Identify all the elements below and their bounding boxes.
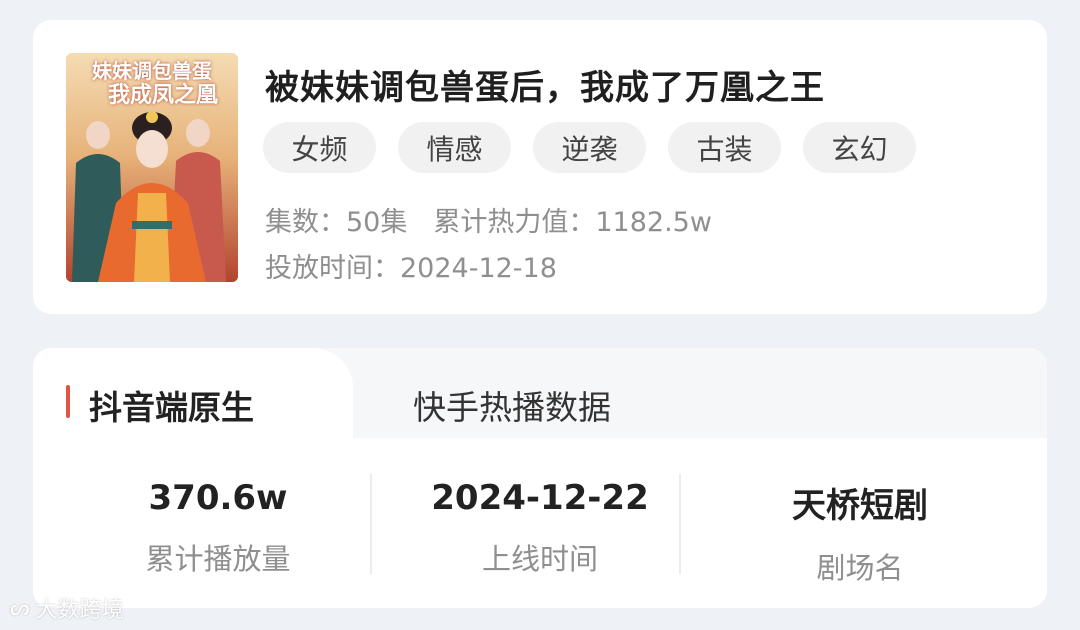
heat-label: 累计热力值： bbox=[433, 207, 596, 238]
stat-label: 剧场名 bbox=[816, 551, 904, 585]
tag-genre[interactable]: 女频 bbox=[263, 122, 376, 173]
stat-value: 2024-12-22 bbox=[431, 478, 649, 518]
watermark-logo-icon: ᔕ bbox=[10, 595, 30, 621]
watermark-text: 大数跨境 bbox=[35, 598, 124, 623]
tag-genre[interactable]: 玄幻 bbox=[803, 122, 916, 173]
stat-label: 累计播放量 bbox=[145, 542, 291, 576]
tag-genre[interactable]: 情感 bbox=[398, 122, 511, 173]
episodes-label: 集数： bbox=[265, 207, 346, 238]
stats-row: 370.6w 累计播放量 2024-12-22 上线时间 天桥短剧 剧场名 bbox=[33, 448, 1047, 608]
episodes-heat-line: 集数：50集 累计热力值：1182.5w bbox=[265, 200, 712, 239]
active-tab-marker bbox=[66, 385, 70, 418]
tag-genre[interactable]: 古装 bbox=[668, 122, 781, 173]
stat-value: 370.6w bbox=[148, 478, 288, 518]
stat-play-count: 370.6w 累计播放量 bbox=[68, 478, 368, 578]
stat-label: 上线时间 bbox=[481, 542, 598, 576]
tag-list: 女频 情感 逆袭 古装 玄幻 bbox=[263, 122, 916, 173]
drama-poster-image[interactable]: 妹妹调包兽蛋 我成凤之凰 bbox=[66, 53, 238, 282]
stat-online-date: 2024-12-22 上线时间 bbox=[390, 478, 690, 578]
divider bbox=[370, 474, 372, 574]
watermark: ᔕ 大数跨境 bbox=[10, 592, 124, 624]
heat-value: 1182.5w bbox=[595, 207, 712, 238]
episodes-value: 50集 bbox=[346, 207, 408, 238]
stat-theater: 天桥短剧 剧场名 bbox=[710, 478, 1010, 587]
tag-genre[interactable]: 逆袭 bbox=[533, 122, 646, 173]
drama-info-card: 妹妹调包兽蛋 我成凤之凰 被妹妹调包兽蛋后，我成了万凰之王 女频 情感 逆袭 古… bbox=[33, 20, 1047, 314]
tab-kuaishou-label[interactable]: 快手热播数据 bbox=[413, 381, 611, 429]
stats-card: 抖音端原生 快手热播数据 370.6w 累计播放量 2024-12-22 上线时… bbox=[33, 348, 1047, 608]
tab-douyin-label[interactable]: 抖音端原生 bbox=[89, 381, 254, 429]
drama-title[interactable]: 被妹妹调包兽蛋后，我成了万凰之王 bbox=[265, 60, 825, 109]
poster-title-line2: 我成凤之凰 bbox=[107, 83, 218, 108]
release-label: 投放时间： bbox=[265, 253, 400, 284]
release-value: 2024-12-18 bbox=[400, 253, 557, 284]
stat-value: 天桥短剧 bbox=[792, 486, 928, 526]
release-line: 投放时间：2024-12-18 bbox=[265, 246, 557, 285]
divider bbox=[679, 474, 681, 574]
